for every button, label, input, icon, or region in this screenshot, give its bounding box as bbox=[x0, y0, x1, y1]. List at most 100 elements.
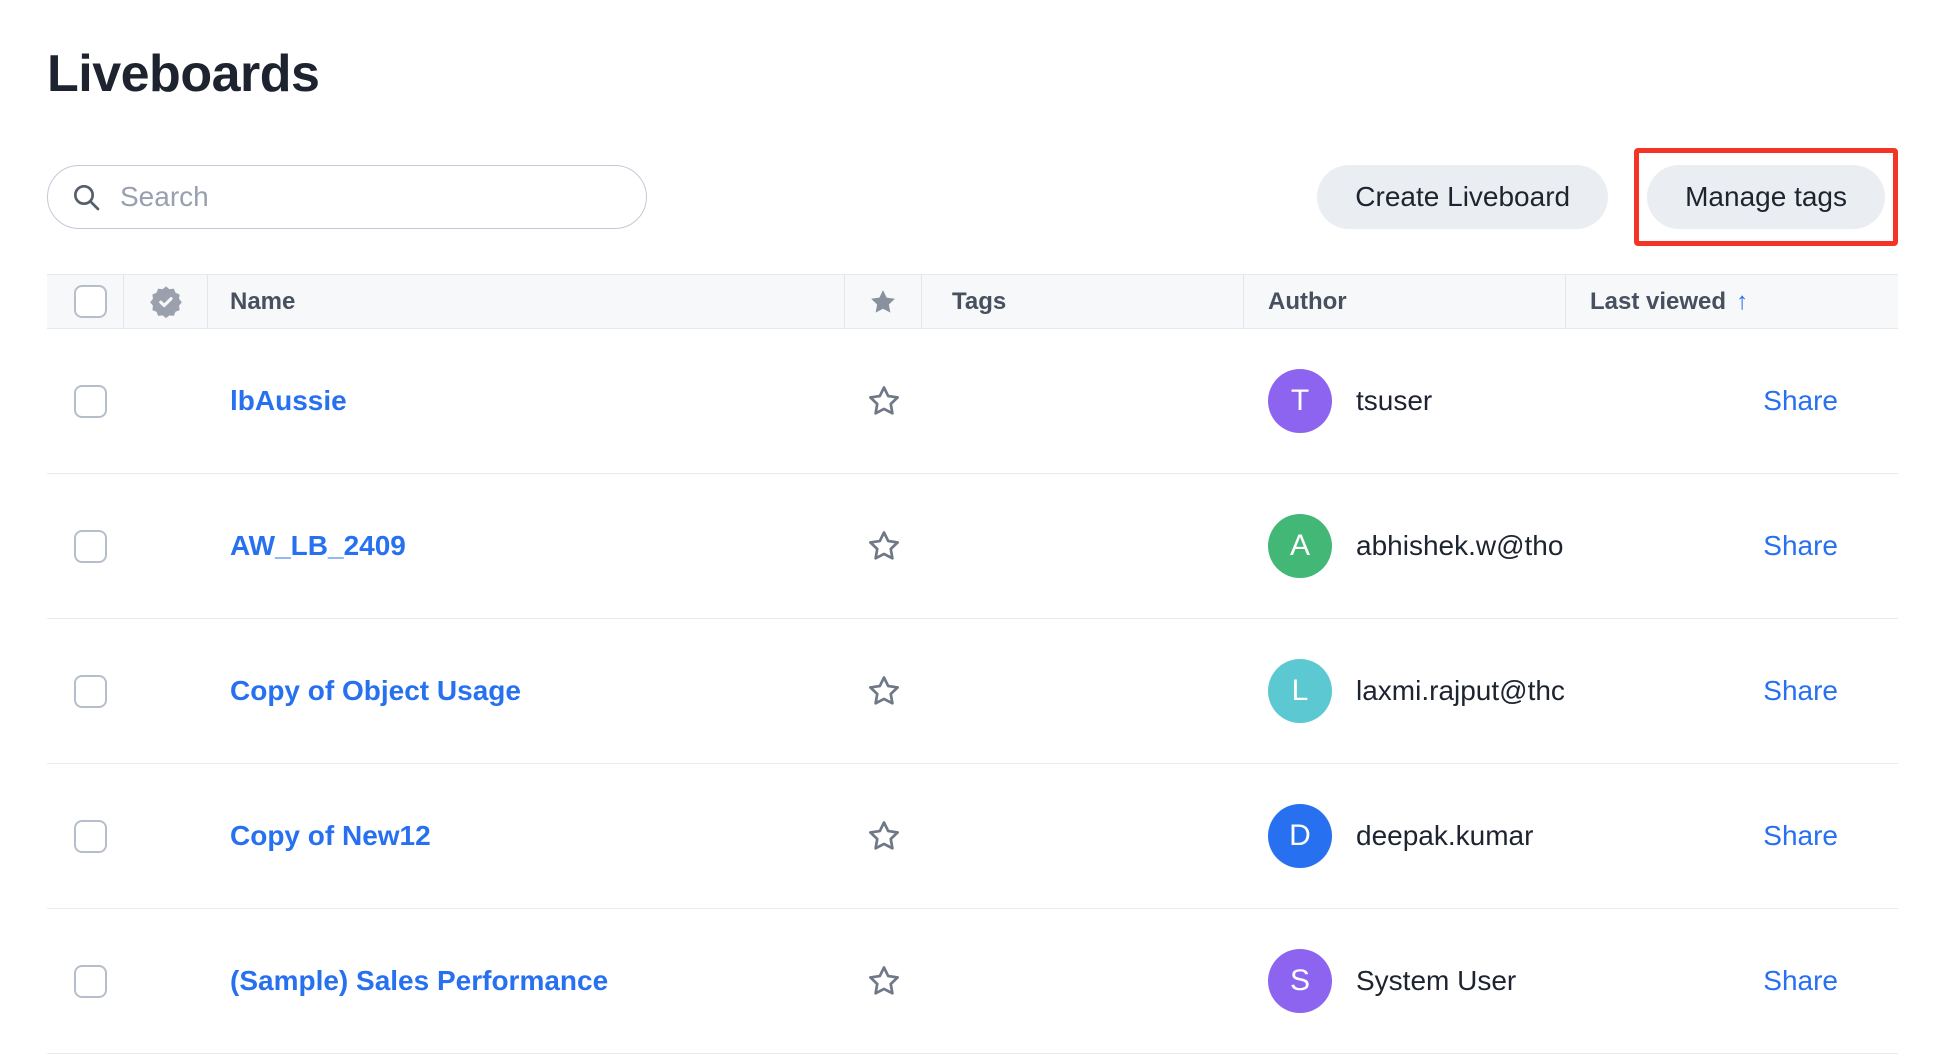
row-select-cell bbox=[47, 329, 124, 473]
share-link[interactable]: Share bbox=[1763, 385, 1838, 417]
share-link[interactable]: Share bbox=[1763, 820, 1838, 852]
favorite-star-button[interactable] bbox=[866, 673, 902, 709]
header-tags-label: Tags bbox=[952, 288, 1006, 316]
author-name: deepak.kumar bbox=[1356, 820, 1533, 852]
share-link[interactable]: Share bbox=[1763, 965, 1838, 997]
header-tags: Tags bbox=[922, 275, 1244, 328]
search-input[interactable] bbox=[118, 180, 634, 214]
header-name[interactable]: Name bbox=[208, 275, 845, 328]
row-star-cell bbox=[845, 909, 922, 1053]
share-link[interactable]: Share bbox=[1763, 530, 1838, 562]
row-tags-cell bbox=[922, 909, 1244, 1053]
row-select-cell bbox=[47, 909, 124, 1053]
verified-badge-icon bbox=[149, 285, 183, 319]
row-badge-cell bbox=[124, 619, 208, 763]
star-outline-icon bbox=[866, 818, 902, 854]
row-checkbox[interactable] bbox=[74, 965, 107, 998]
author-name: System User bbox=[1356, 965, 1516, 997]
row-name-cell: Copy of New12 bbox=[208, 764, 845, 908]
row-badge-cell bbox=[124, 329, 208, 473]
avatar: S bbox=[1268, 949, 1332, 1013]
row-badge-cell bbox=[124, 909, 208, 1053]
manage-tags-highlight: Manage tags bbox=[1634, 148, 1898, 246]
row-tags-cell bbox=[922, 764, 1244, 908]
liveboard-link[interactable]: lbAussie bbox=[230, 385, 347, 417]
liveboards-table: Name Tags Author Last viewed ↑ bbox=[47, 274, 1898, 1054]
row-badge-cell bbox=[124, 474, 208, 618]
star-filled-icon bbox=[868, 287, 898, 317]
liveboards-page: Liveboards Create Liveboard Manage tags bbox=[0, 0, 1945, 1054]
liveboard-link[interactable]: AW_LB_2409 bbox=[230, 530, 406, 562]
favorite-star-button[interactable] bbox=[866, 383, 902, 419]
header-author-label: Author bbox=[1268, 288, 1347, 316]
star-outline-icon bbox=[866, 528, 902, 564]
row-name-cell: (Sample) Sales Performance bbox=[208, 909, 845, 1053]
favorite-star-button[interactable] bbox=[866, 963, 902, 999]
header-name-label: Name bbox=[230, 288, 295, 316]
row-name-cell: AW_LB_2409 bbox=[208, 474, 845, 618]
row-checkbox[interactable] bbox=[74, 820, 107, 853]
row-author-cell: D deepak.kumar bbox=[1244, 764, 1566, 908]
liveboard-link[interactable]: Copy of New12 bbox=[230, 820, 431, 852]
header-last-viewed-label: Last viewed bbox=[1590, 288, 1726, 316]
toolbar: Create Liveboard Manage tags bbox=[47, 148, 1898, 246]
header-author: Author bbox=[1244, 275, 1566, 328]
row-name-cell: lbAussie bbox=[208, 329, 845, 473]
avatar: T bbox=[1268, 369, 1332, 433]
row-author-cell: A abhishek.w@tho bbox=[1244, 474, 1566, 618]
header-last-viewed[interactable]: Last viewed ↑ bbox=[1566, 275, 1898, 328]
sort-ascending-icon[interactable]: ↑ bbox=[1736, 288, 1748, 316]
search-box[interactable] bbox=[47, 165, 647, 229]
header-favorite[interactable] bbox=[845, 275, 922, 328]
author-name: laxmi.rajput@thc bbox=[1356, 675, 1565, 707]
row-checkbox[interactable] bbox=[74, 530, 107, 563]
liveboard-link[interactable]: Copy of Object Usage bbox=[230, 675, 521, 707]
page-title: Liveboards bbox=[47, 44, 1898, 104]
row-checkbox[interactable] bbox=[74, 675, 107, 708]
row-tags-cell bbox=[922, 474, 1244, 618]
row-author-cell: S System User bbox=[1244, 909, 1566, 1053]
row-author-cell: T tsuser bbox=[1244, 329, 1566, 473]
star-outline-icon bbox=[866, 673, 902, 709]
row-checkbox[interactable] bbox=[74, 385, 107, 418]
row-star-cell bbox=[845, 329, 922, 473]
row-name-cell: Copy of Object Usage bbox=[208, 619, 845, 763]
favorite-star-button[interactable] bbox=[866, 818, 902, 854]
search-icon bbox=[70, 181, 102, 213]
row-actions-cell: Share bbox=[1566, 619, 1898, 763]
create-liveboard-button[interactable]: Create Liveboard bbox=[1317, 165, 1608, 229]
star-outline-icon bbox=[866, 963, 902, 999]
row-badge-cell bbox=[124, 764, 208, 908]
row-star-cell bbox=[845, 474, 922, 618]
row-actions-cell: Share bbox=[1566, 909, 1898, 1053]
row-author-cell: L laxmi.rajput@thc bbox=[1244, 619, 1566, 763]
avatar: A bbox=[1268, 514, 1332, 578]
favorite-star-button[interactable] bbox=[866, 528, 902, 564]
header-verified-cell bbox=[124, 275, 208, 328]
row-star-cell bbox=[845, 764, 922, 908]
toolbar-buttons: Create Liveboard Manage tags bbox=[1317, 148, 1898, 246]
manage-tags-button[interactable]: Manage tags bbox=[1647, 165, 1885, 229]
avatar: D bbox=[1268, 804, 1332, 868]
row-tags-cell bbox=[922, 619, 1244, 763]
table-row: (Sample) Sales Performance S System User… bbox=[47, 909, 1898, 1054]
liveboard-link[interactable]: (Sample) Sales Performance bbox=[230, 965, 608, 997]
row-actions-cell: Share bbox=[1566, 764, 1898, 908]
row-star-cell bbox=[845, 619, 922, 763]
table-row: AW_LB_2409 A abhishek.w@tho Share bbox=[47, 474, 1898, 619]
author-name: abhishek.w@tho bbox=[1356, 530, 1563, 562]
row-actions-cell: Share bbox=[1566, 329, 1898, 473]
header-select-cell bbox=[47, 275, 124, 328]
share-link[interactable]: Share bbox=[1763, 675, 1838, 707]
avatar: L bbox=[1268, 659, 1332, 723]
star-outline-icon bbox=[866, 383, 902, 419]
table-row: Copy of New12 D deepak.kumar Share bbox=[47, 764, 1898, 909]
author-name: tsuser bbox=[1356, 385, 1432, 417]
row-select-cell bbox=[47, 619, 124, 763]
select-all-checkbox[interactable] bbox=[74, 285, 107, 318]
table-row: lbAussie T tsuser Share bbox=[47, 329, 1898, 474]
row-select-cell bbox=[47, 764, 124, 908]
row-tags-cell bbox=[922, 329, 1244, 473]
row-select-cell bbox=[47, 474, 124, 618]
row-actions-cell: Share bbox=[1566, 474, 1898, 618]
